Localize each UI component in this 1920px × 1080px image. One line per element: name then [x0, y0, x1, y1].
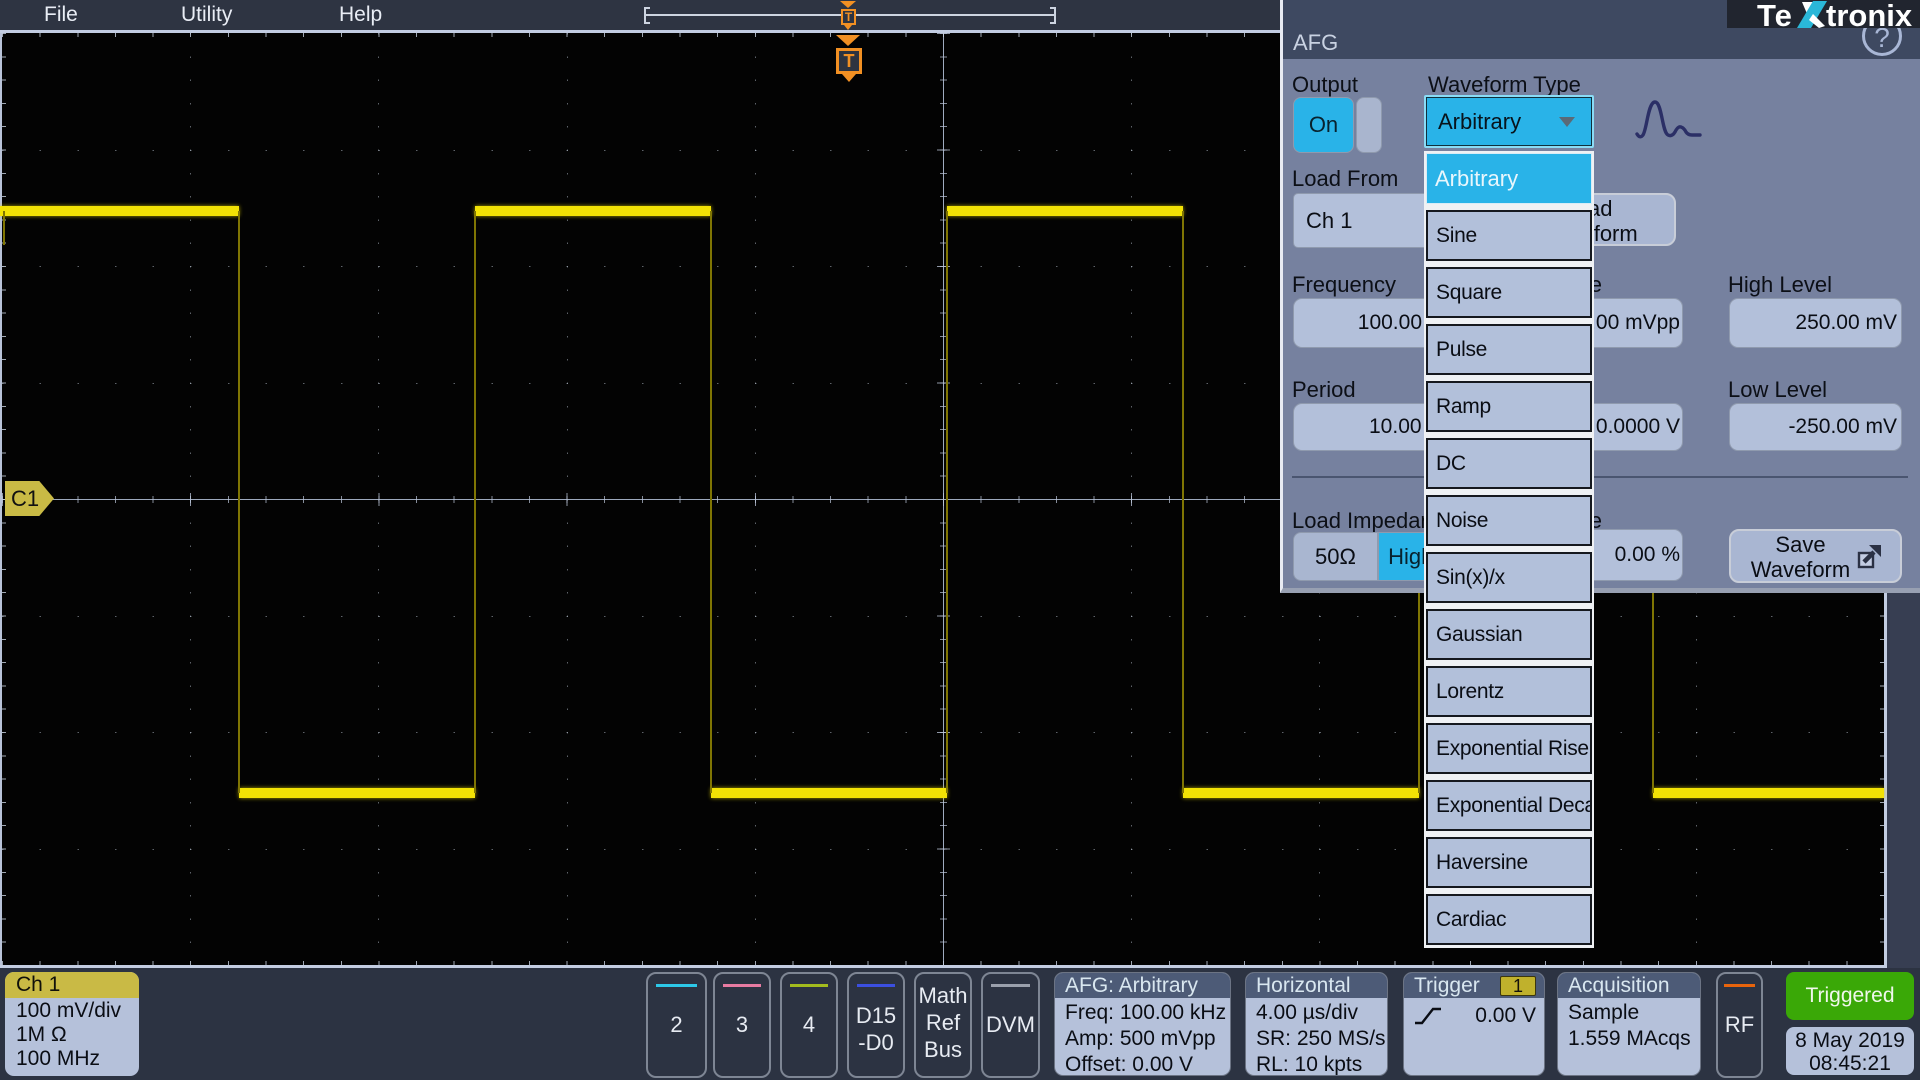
svg-text:tronix: tronix — [1826, 0, 1913, 28]
svg-text:Te: Te — [1757, 0, 1793, 28]
